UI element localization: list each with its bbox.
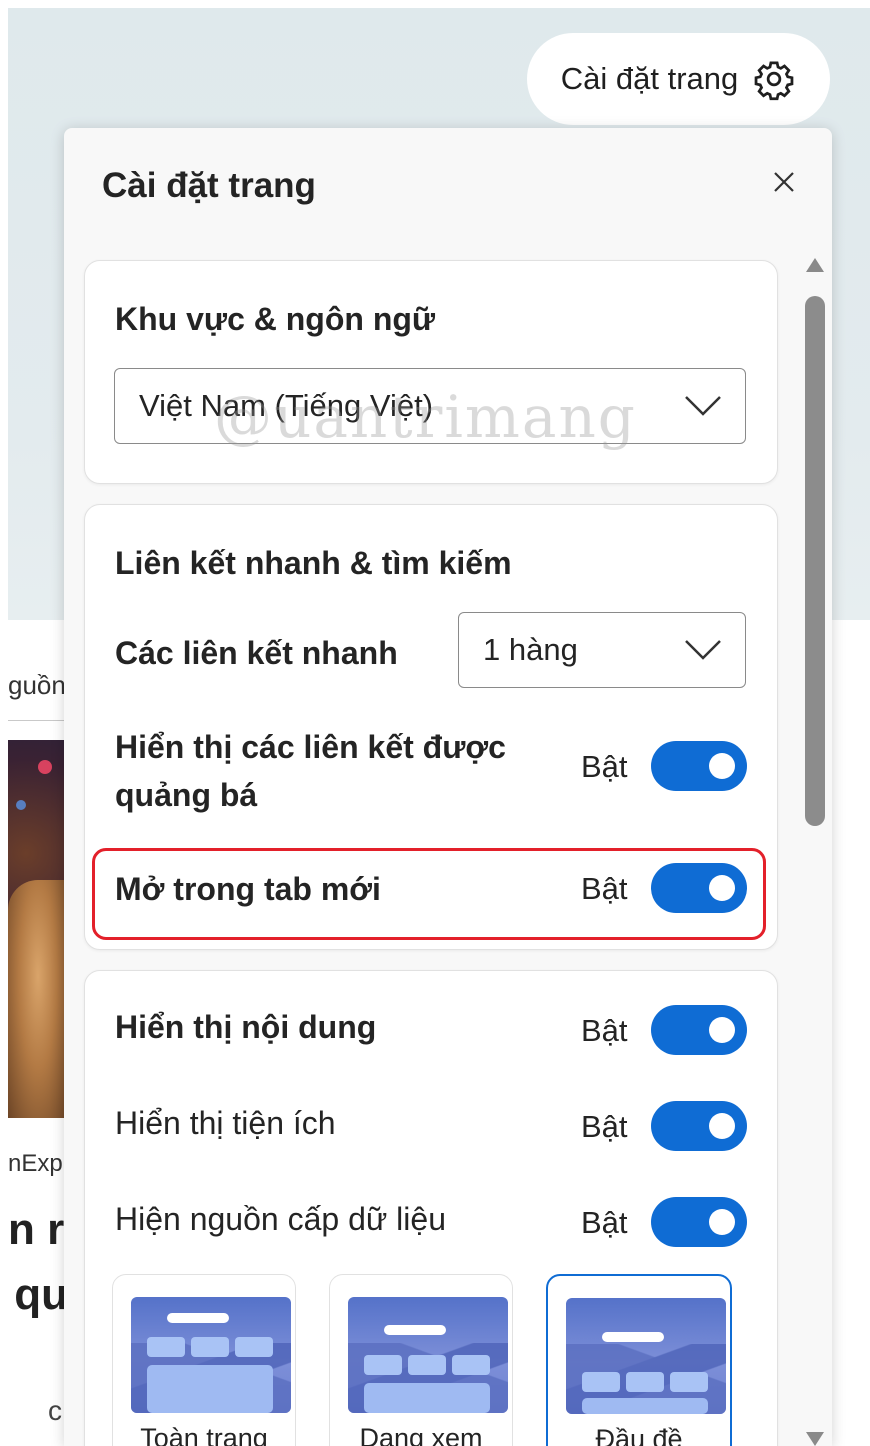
page-settings-label: Cài đặt trang xyxy=(560,61,739,96)
toggle-knob xyxy=(709,1017,735,1043)
image-subject xyxy=(8,880,68,1118)
layout-thumbnail xyxy=(131,1297,291,1413)
news-image[interactable] xyxy=(8,740,68,1118)
show-content-label: Hiển thị nội dung xyxy=(115,1009,377,1045)
show-content-toggle[interactable] xyxy=(651,1005,747,1055)
news-headline-fragment[interactable]: qu xyxy=(8,1270,68,1320)
show-feed-state: Bật xyxy=(581,1205,628,1240)
toggle-knob xyxy=(709,1209,735,1235)
quick-links-rows-select[interactable]: 1 hàng xyxy=(458,612,746,688)
open-new-tab-label: Mở trong tab mới xyxy=(115,871,381,907)
scrollbar-thumb[interactable] xyxy=(805,296,825,826)
layout-label: Dạng xem xyxy=(359,1423,483,1446)
show-widgets-state: Bật xyxy=(581,1109,628,1144)
image-light-spot xyxy=(16,800,26,810)
show-widgets-label: Hiển thị tiện ích xyxy=(115,1105,336,1141)
news-headline-fragment[interactable]: n r xyxy=(8,1205,68,1255)
show-content-state: Bật xyxy=(581,1013,628,1048)
chevron-down-icon xyxy=(685,640,721,660)
quick-links-rows-label: Các liên kết nhanh xyxy=(115,635,398,671)
region-language-title: Khu vực & ngôn ngữ xyxy=(115,301,436,337)
layout-option-headline[interactable]: Đầu đề xyxy=(546,1274,732,1446)
layout-label: Toàn trang xyxy=(140,1423,268,1446)
open-new-tab-toggle[interactable] xyxy=(651,863,747,913)
quick-links-title: Liên kết nhanh & tìm kiếm xyxy=(115,545,512,581)
layout-thumbnail xyxy=(566,1298,726,1414)
scroll-down-arrow-icon[interactable] xyxy=(806,1432,824,1446)
quick-links-search-card: Liên kết nhanh & tìm kiếm Các liên kết n… xyxy=(84,504,778,950)
gear-icon xyxy=(754,61,794,101)
quick-links-rows-value: 1 hàng xyxy=(483,632,578,667)
page-settings-button[interactable]: Cài đặt trang xyxy=(527,33,830,125)
layout-label: Đầu đề xyxy=(595,1424,683,1446)
close-icon[interactable] xyxy=(768,166,800,198)
toggle-knob xyxy=(709,1113,735,1139)
show-widgets-toggle[interactable] xyxy=(651,1101,747,1151)
promoted-links-state: Bật xyxy=(581,749,628,784)
region-select-value: Việt Nam (Tiếng Việt) xyxy=(139,388,434,423)
chevron-down-icon xyxy=(685,396,721,416)
page-settings-panel: Cài đặt trang Khu vực & ngôn ngữ Việt Na… xyxy=(64,128,832,1446)
panel-title: Cài đặt trang xyxy=(102,166,316,205)
toggle-knob xyxy=(709,753,735,779)
scroll-up-arrow-icon[interactable] xyxy=(806,258,824,272)
promoted-links-toggle[interactable] xyxy=(651,741,747,791)
show-feed-toggle[interactable] xyxy=(651,1197,747,1247)
layout-thumbnail xyxy=(348,1297,508,1413)
promoted-links-label: Hiển thị các liên kết được quảng bá xyxy=(115,729,506,813)
news-source-fragment: nExpr xyxy=(8,1150,68,1177)
show-feed-label: Hiện nguồn cấp dữ liệu xyxy=(115,1201,446,1237)
image-light-spot xyxy=(38,760,52,774)
feed-tab-fragment[interactable]: guồn xyxy=(8,650,68,721)
layout-option-view[interactable]: Dạng xem xyxy=(329,1274,513,1446)
toggle-knob xyxy=(709,875,735,901)
open-new-tab-state: Bật xyxy=(581,871,628,906)
layout-option-full-page[interactable]: Toàn trang xyxy=(112,1274,296,1446)
region-select[interactable]: Việt Nam (Tiếng Việt) xyxy=(114,368,746,444)
region-language-card: Khu vực & ngôn ngữ Việt Nam (Tiếng Việt) xyxy=(84,260,778,484)
